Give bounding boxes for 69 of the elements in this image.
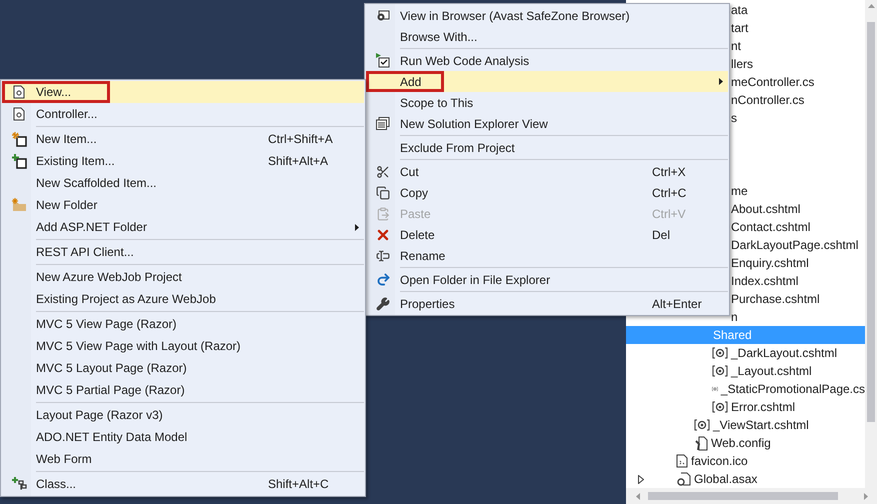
menu-item[interactable]: New Azure WebJob Project (2, 266, 364, 288)
menu-item[interactable]: Class... Shift+Alt+C (2, 473, 364, 495)
menu-item[interactable]: New Scaffolded Item... (2, 172, 364, 194)
scrollbar-thumb[interactable] (648, 492, 838, 500)
menu-item[interactable]: MVC 5 Partial Page (Razor) (2, 379, 364, 401)
page-icon (13, 85, 25, 99)
menu-item[interactable]: New Item... Ctrl+Shift+A (2, 128, 364, 150)
code-file-icon (677, 472, 691, 486)
tree-item[interactable]: _Layout.cshtml (626, 362, 865, 380)
razor-file-icon (712, 401, 728, 413)
tree-item[interactable]: _StaticPromotionalPage.cs (626, 380, 865, 398)
curved-arrow-icon (376, 272, 390, 287)
tree-item[interactable]: favicon.ico (626, 452, 865, 470)
horizontal-scrollbar[interactable] (626, 488, 877, 504)
razor-file-icon (694, 419, 710, 431)
window-list-icon (376, 117, 390, 130)
menu-item[interactable]: Delete Del (366, 224, 728, 245)
scissors-icon (376, 164, 390, 178)
up-arrow-icon (868, 4, 874, 8)
menu-item[interactable]: MVC 5 View Page with Layout (Razor) (2, 335, 364, 357)
scrollbar-thumb[interactable] (867, 22, 875, 422)
razor-file-icon (712, 365, 728, 377)
folder-icon (12, 198, 26, 212)
menu-item[interactable]: New Folder (2, 194, 364, 216)
tree-item[interactable]: Global.asax (626, 470, 865, 488)
left-arrow-icon (636, 492, 640, 500)
menu-item[interactable]: New Solution Explorer View (366, 113, 728, 134)
caret-icon (355, 224, 359, 230)
menu-item[interactable]: Copy Ctrl+C (366, 182, 728, 203)
menu-item[interactable]: Scope to This (366, 92, 728, 113)
tree-item[interactable]: Web.config (626, 434, 865, 452)
menu-item[interactable]: Run Web Code Analysis (366, 50, 728, 71)
image-file-icon (676, 454, 688, 468)
menu-item[interactable]: Existing Item... Shift+Alt+A (2, 150, 364, 172)
rename-icon (376, 248, 390, 262)
tree-item[interactable]: Error.cshtml (626, 398, 865, 416)
menu-item[interactable]: Open Folder in File Explorer (366, 269, 728, 290)
class-icon (12, 477, 26, 491)
menu-item[interactable]: Browse With... (366, 26, 728, 47)
menu-item[interactable]: MVC 5 View Page (Razor) (2, 313, 364, 335)
add-item-icon (12, 154, 26, 168)
copy-icon (376, 186, 390, 200)
menu-item[interactable]: MVC 5 Layout Page (Razor) (2, 357, 364, 379)
caret-icon (719, 78, 723, 85)
new-item-icon (12, 132, 26, 146)
right-arrow-icon (864, 492, 868, 500)
wrench-icon (376, 296, 390, 310)
menu-item[interactable]: REST API Client... (2, 241, 364, 263)
menu-item[interactable]: View... (2, 81, 364, 103)
tree-item[interactable]: _ViewStart.cshtml (626, 416, 865, 434)
config-file-icon (694, 436, 708, 450)
menu-item[interactable]: Add (366, 71, 728, 92)
menu-item[interactable]: Exclude From Project (366, 137, 728, 158)
tree-item[interactable]: _DarkLayout.cshtml (626, 344, 865, 362)
menu-item[interactable]: Web Form (2, 448, 364, 470)
menu-item[interactable]: View in Browser (Avast SafeZone Browser) (366, 5, 728, 26)
menu-item[interactable]: Cut Ctrl+X (366, 161, 728, 182)
menu-item[interactable]: Controller... (2, 103, 364, 125)
checkbox-icon (376, 53, 390, 68)
menu-item[interactable]: Existing Project as Azure WebJob (2, 288, 364, 310)
razor-file-icon (712, 347, 728, 359)
paste-icon (376, 206, 390, 220)
menu-item[interactable]: Layout Page (Razor v3) (2, 404, 364, 426)
browser-icon (376, 10, 390, 22)
menu-item[interactable]: ADO.NET Entity Data Model (2, 426, 364, 448)
menu-item[interactable]: Rename (366, 245, 728, 266)
vertical-scrollbar[interactable] (865, 0, 877, 488)
page-icon (13, 107, 25, 121)
menu-item[interactable]: Add ASP.NET Folder (2, 216, 364, 238)
